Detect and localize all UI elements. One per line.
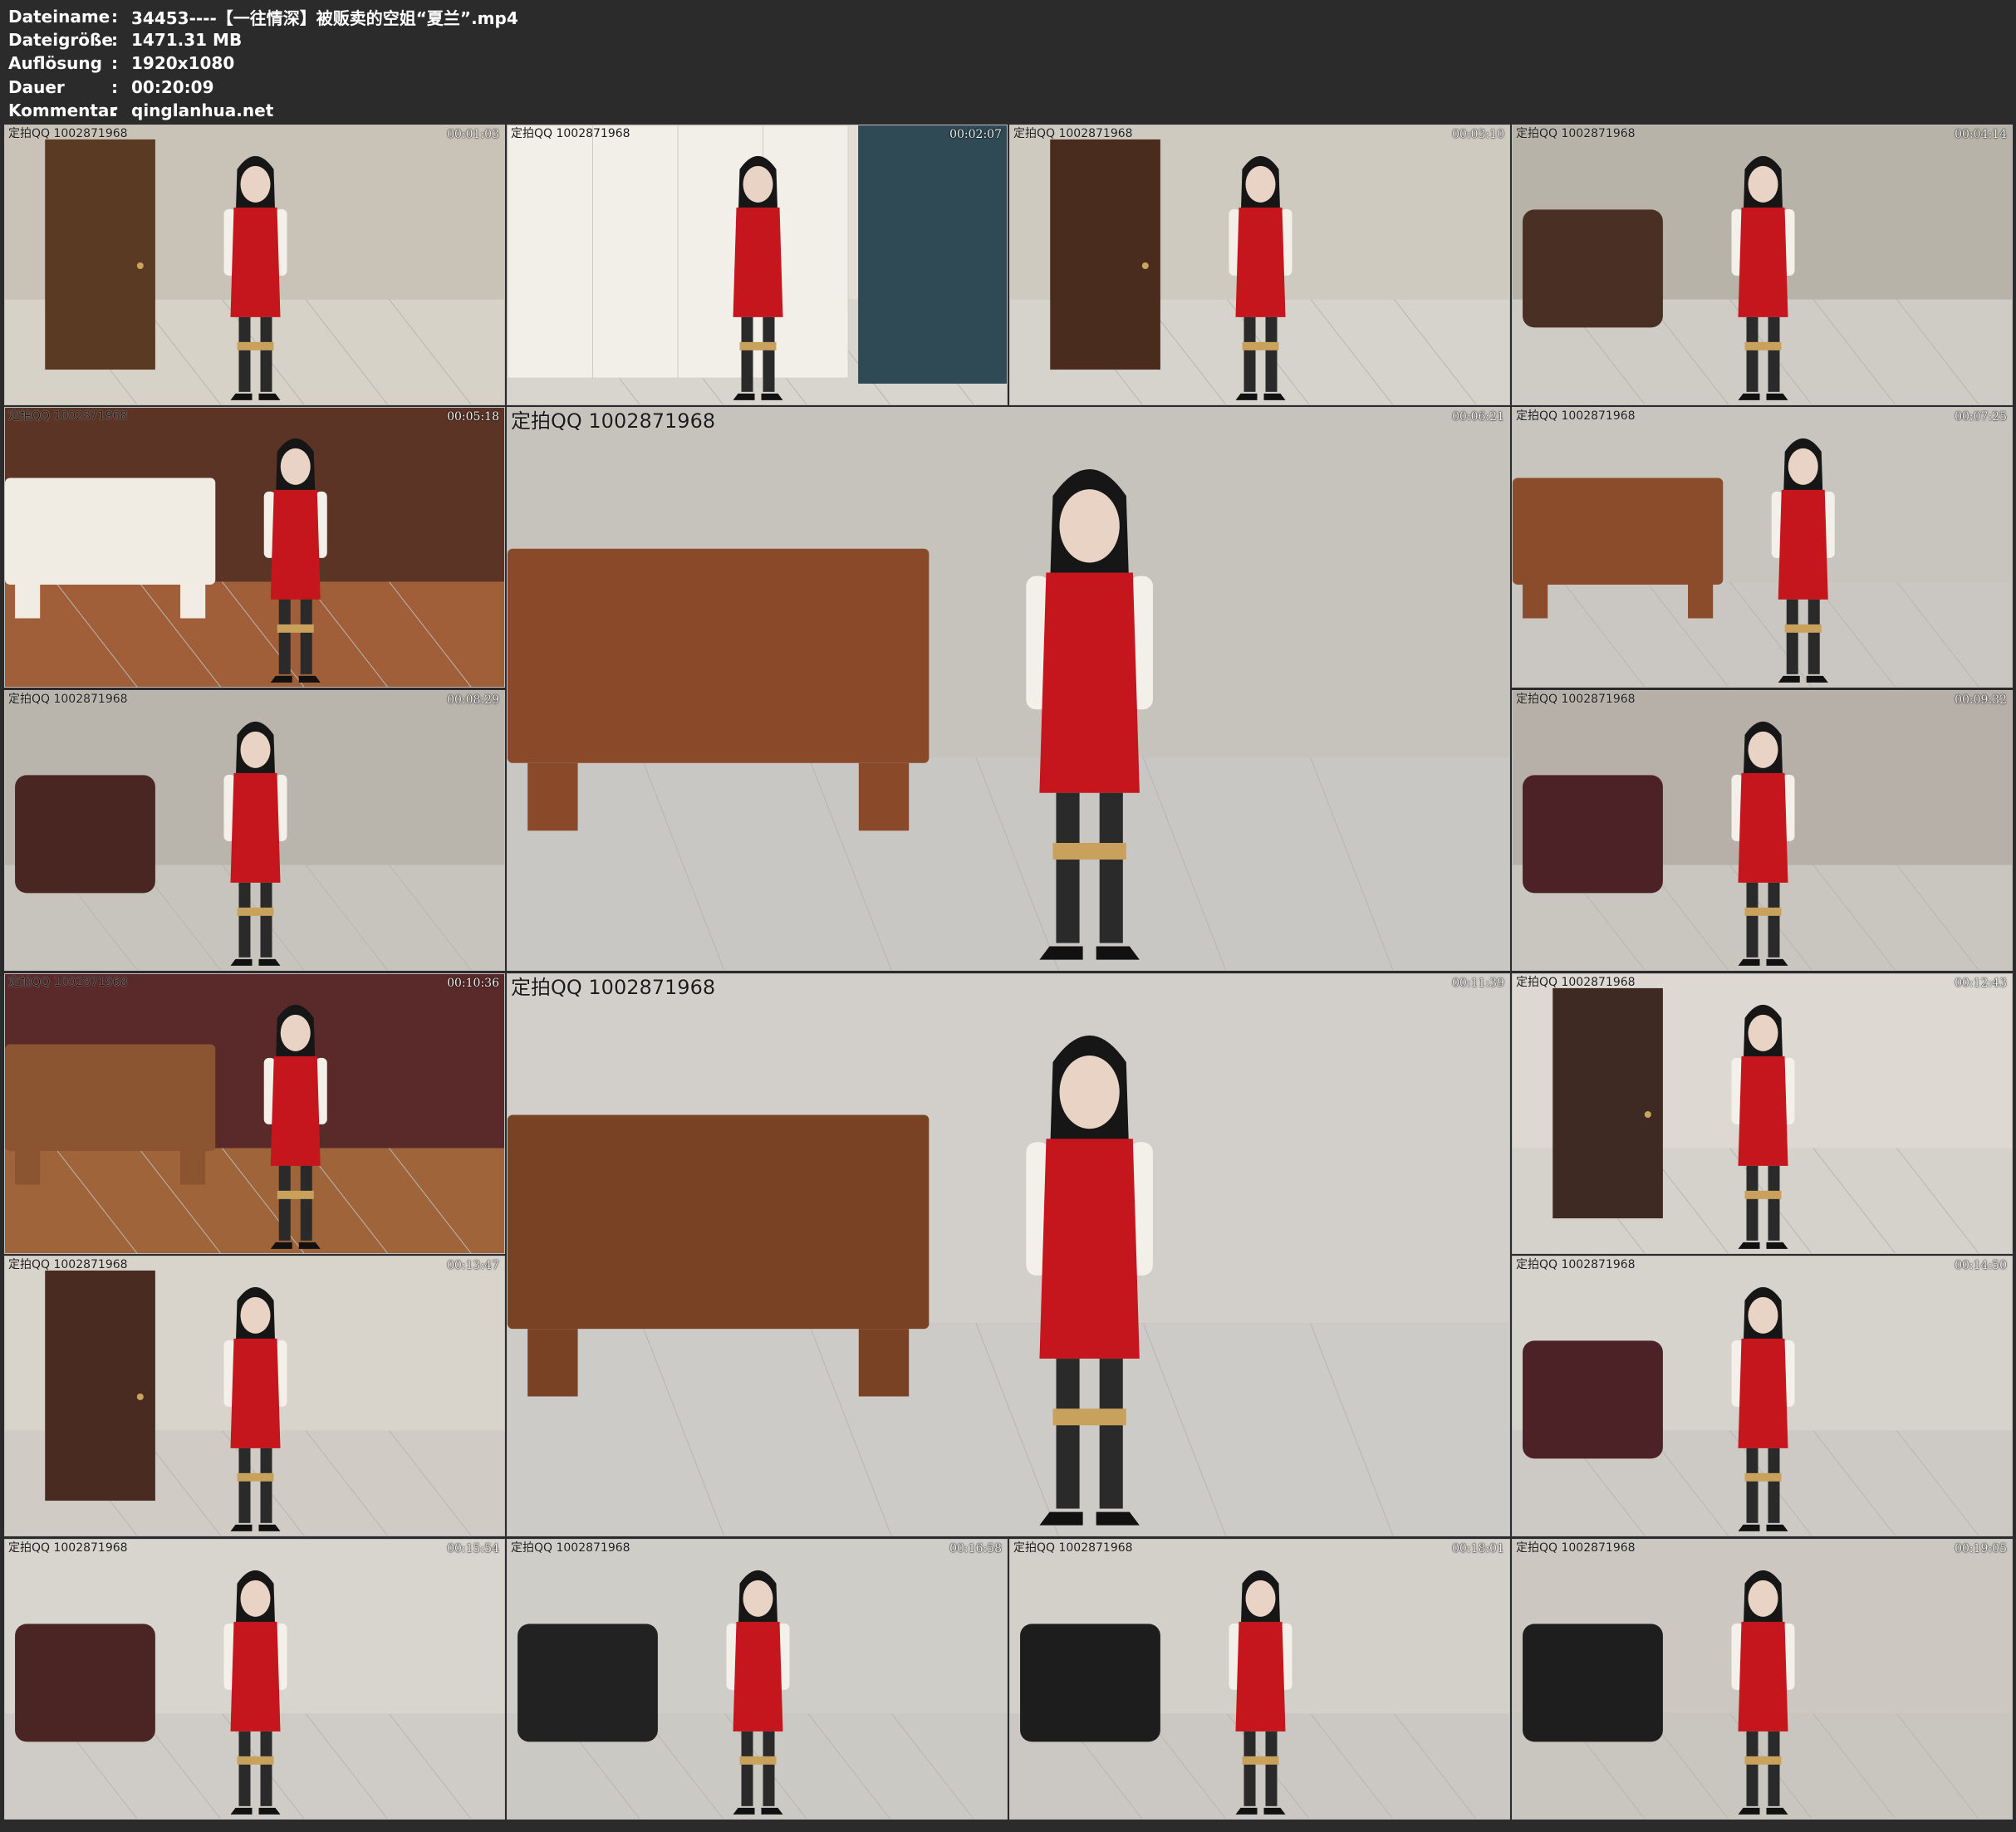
file-info-header: Dateiname : 34453----【一往情深】被贩卖的空姐“夏兰”.mp… <box>8 5 756 123</box>
thumbnail-scene <box>508 125 1007 404</box>
meta-value-resolution: 1920x1080 <box>131 53 235 74</box>
video-thumbnail: 定拍QQ 1002871968 00:10:36 <box>4 973 505 1254</box>
watermark-text: 定拍QQ 1002871968 <box>8 1541 128 1555</box>
timestamp-label: 00:05:18 <box>447 410 499 424</box>
meta-separator: : <box>111 100 118 120</box>
watermark-text: 定拍QQ 1002871968 <box>1013 1541 1133 1555</box>
thumbnail-scene <box>5 125 504 404</box>
watermark-text: 定拍QQ 1002871968 <box>1516 976 1636 989</box>
video-thumbnail: 定拍QQ 1002871968 00:06:21 <box>507 407 1510 971</box>
thumbnail-scene <box>1010 1540 1509 1819</box>
meta-row-duration: Dauer : 00:20:09 <box>8 76 756 99</box>
thumbnail-scene <box>508 974 1509 1536</box>
timestamp-label: 00:16:58 <box>949 1542 1002 1555</box>
meta-key: Dauer <box>8 76 65 97</box>
thumbnail-scene <box>5 974 504 1253</box>
meta-separator: : <box>111 53 118 74</box>
meta-key: Dateigröße <box>8 30 113 51</box>
timestamp-label: 00:15:54 <box>447 1542 499 1555</box>
watermark-text: 定拍QQ 1002871968 <box>8 693 128 706</box>
watermark-text: 定拍QQ 1002871968 <box>1516 1541 1636 1555</box>
video-thumbnail: 定拍QQ 1002871968 00:19:05 <box>1512 1539 2013 1820</box>
video-thumbnail: 定拍QQ 1002871968 00:15:54 <box>4 1539 505 1820</box>
timestamp-label: 00:18:01 <box>1452 1542 1504 1555</box>
watermark-text: 定拍QQ 1002871968 <box>511 1541 630 1555</box>
timestamp-label: 00:10:36 <box>447 977 499 990</box>
thumbnail-scene <box>1513 1256 2012 1536</box>
meta-key: Dateiname <box>8 7 110 27</box>
meta-row-comment: Kommentar : qinglanhua.net <box>8 99 756 122</box>
timestamp-label: 00:08:29 <box>447 693 499 707</box>
thumbnail-scene <box>5 691 504 970</box>
meta-separator: : <box>111 76 118 97</box>
thumbnail-scene <box>508 408 1509 970</box>
watermark-text: 定拍QQ 1002871968 <box>1516 409 1636 423</box>
video-thumbnail: 定拍QQ 1002871968 00:11:39 <box>507 973 1510 1536</box>
video-thumbnail: 定拍QQ 1002871968 00:03:10 <box>1009 125 1510 405</box>
thumbnail-scene <box>1513 974 2012 1253</box>
video-thumbnail: 定拍QQ 1002871968 00:13:47 <box>4 1256 505 1536</box>
video-thumbnail: 定拍QQ 1002871968 00:02:07 <box>507 125 1008 405</box>
video-thumbnail: 定拍QQ 1002871968 00:16:58 <box>507 1539 1008 1820</box>
meta-value-filename: 34453----【一往情深】被贩卖的空姐“夏兰”.mp4 <box>131 7 518 28</box>
thumbnail-scene <box>1513 125 2012 404</box>
video-thumbnail: 定拍QQ 1002871968 00:08:29 <box>4 690 505 971</box>
meta-separator: : <box>111 30 118 51</box>
video-thumbnail: 定拍QQ 1002871968 00:14:50 <box>1512 1256 2013 1536</box>
timestamp-label: 00:13:47 <box>447 1259 499 1272</box>
video-thumbnail: 定拍QQ 1002871968 00:09:32 <box>1512 690 2013 971</box>
meta-value-filesize: 1471.31 MB <box>131 30 243 51</box>
timestamp-label: 00:09:32 <box>1955 693 2007 707</box>
watermark-text: 定拍QQ 1002871968 <box>511 127 630 140</box>
video-thumbnail: 定拍QQ 1002871968 00:12:43 <box>1512 973 2013 1254</box>
meta-separator: : <box>111 7 118 27</box>
meta-row-filename: Dateiname : 34453----【一往情深】被贩卖的空姐“夏兰”.mp… <box>8 5 756 28</box>
meta-row-resolution: Auflösung : 1920x1080 <box>8 51 756 75</box>
watermark-text: 定拍QQ 1002871968 <box>511 409 716 433</box>
watermark-text: 定拍QQ 1002871968 <box>1516 127 1636 140</box>
watermark-text: 定拍QQ 1002871968 <box>8 1258 128 1271</box>
watermark-text: 定拍QQ 1002871968 <box>1013 127 1133 140</box>
thumbnail-scene <box>5 1540 504 1819</box>
watermark-text: 定拍QQ 1002871968 <box>8 409 128 423</box>
watermark-text: 定拍QQ 1002871968 <box>8 127 128 140</box>
video-thumbnail: 定拍QQ 1002871968 00:07:25 <box>1512 407 2013 688</box>
video-thumbnail: 定拍QQ 1002871968 00:04:14 <box>1512 125 2013 405</box>
timestamp-label: 00:01:03 <box>447 128 499 141</box>
timestamp-label: 00:04:14 <box>1955 128 2007 141</box>
meta-key: Auflösung <box>8 53 102 74</box>
thumbnail-scene <box>1513 691 2012 970</box>
timestamp-label: 00:11:39 <box>1452 977 1504 990</box>
video-thumbnail: 定拍QQ 1002871968 00:05:18 <box>4 407 505 688</box>
video-thumbnail: 定拍QQ 1002871968 00:01:03 <box>4 125 505 405</box>
watermark-text: 定拍QQ 1002871968 <box>511 976 716 999</box>
timestamp-label: 00:06:21 <box>1452 410 1504 424</box>
thumbnail-grid: 定拍QQ 1002871968 00:01:03 定拍QQ 1002871968 00… <box>0 125 2016 1832</box>
watermark-text: 定拍QQ 1002871968 <box>1516 693 1636 706</box>
timestamp-label: 00:07:25 <box>1955 410 2007 424</box>
timestamp-label: 00:12:43 <box>1955 977 2007 990</box>
watermark-text: 定拍QQ 1002871968 <box>8 976 128 989</box>
video-thumbnail: 定拍QQ 1002871968 00:18:01 <box>1009 1539 1510 1820</box>
meta-value-duration: 00:20:09 <box>131 76 214 97</box>
timestamp-label: 00:03:10 <box>1452 128 1504 141</box>
timestamp-label: 00:14:50 <box>1955 1259 2007 1272</box>
timestamp-label: 00:19:05 <box>1955 1542 2007 1555</box>
thumbnail-scene <box>1010 125 1509 404</box>
meta-value-comment: qinglanhua.net <box>131 100 274 120</box>
meta-row-filesize: Dateigröße : 1471.31 MB <box>8 28 756 51</box>
thumbnail-scene <box>1513 1540 2012 1819</box>
thumbnail-scene <box>5 408 504 687</box>
thumbnail-scene <box>508 1540 1007 1819</box>
thumbnail-scene <box>1513 408 2012 687</box>
watermark-text: 定拍QQ 1002871968 <box>1516 1258 1636 1271</box>
thumbnail-scene <box>5 1256 504 1536</box>
contact-sheet: Dateiname : 34453----【一往情深】被贩卖的空姐“夏兰”.mp… <box>0 0 2016 1832</box>
timestamp-label: 00:02:07 <box>949 128 1002 141</box>
meta-key: Kommentar <box>8 100 118 120</box>
